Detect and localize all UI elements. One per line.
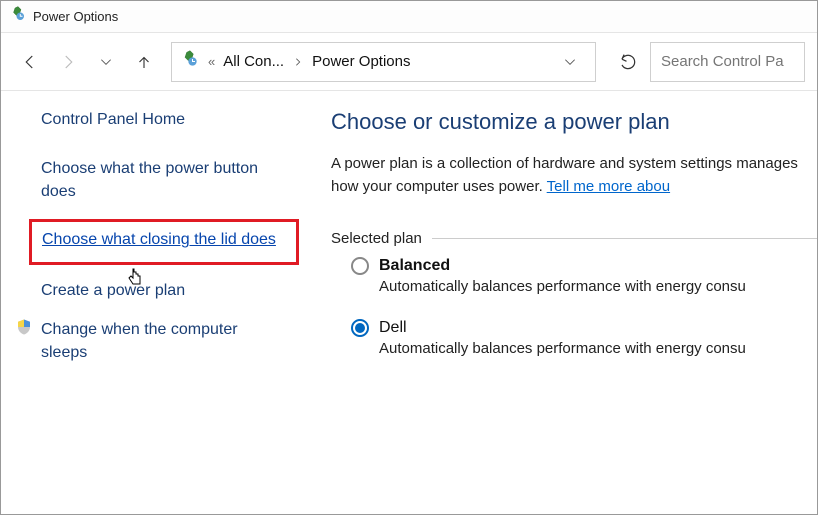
plan-balanced: Balanced Automatically balances performa… — [351, 257, 817, 295]
tell-me-more-link[interactable]: Tell me more abou — [547, 178, 670, 195]
navigation-bar: « All Con... Power Options — [1, 33, 817, 91]
breadcrumb-seg-1[interactable]: All Con... — [223, 53, 284, 70]
address-bar[interactable]: « All Con... Power Options — [171, 42, 596, 82]
recent-dropdown[interactable] — [89, 45, 123, 79]
search-box[interactable] — [650, 42, 805, 82]
forward-button[interactable] — [51, 45, 85, 79]
closing-lid-link[interactable]: Choose what closing the lid does — [42, 228, 282, 251]
chevron-right-icon[interactable] — [290, 45, 306, 79]
shield-icon — [15, 318, 33, 341]
back-button[interactable] — [13, 45, 47, 79]
control-panel-home-link[interactable]: Control Panel Home — [41, 111, 287, 129]
sidebar: Control Panel Home Choose what the power… — [1, 91, 311, 514]
radio-balanced[interactable] — [351, 257, 369, 275]
page-heading: Choose or customize a power plan — [331, 109, 817, 135]
create-plan-link[interactable]: Create a power plan — [41, 279, 281, 302]
refresh-button[interactable] — [610, 44, 646, 80]
location-icon — [180, 49, 200, 74]
radio-dell[interactable] — [351, 319, 369, 337]
breadcrumb-seg-2[interactable]: Power Options — [312, 53, 410, 70]
plan-name-dell[interactable]: Dell — [379, 319, 407, 337]
power-button-link[interactable]: Choose what the power button does — [41, 157, 281, 203]
plan-dell: Dell Automatically balances performance … — [351, 319, 817, 357]
content-area: Control Panel Home Choose what the power… — [1, 91, 817, 514]
plan-desc-balanced: Automatically balances performance with … — [379, 278, 817, 295]
power-options-icon — [9, 5, 27, 28]
window-title: Power Options — [33, 9, 118, 24]
search-input[interactable] — [661, 53, 794, 70]
title-bar: Power Options — [1, 1, 817, 33]
breadcrumb-prefix: « — [206, 54, 217, 69]
divider — [431, 238, 817, 239]
plan-desc-dell: Automatically balances performance with … — [379, 340, 817, 357]
selected-plan-group: Selected plan Balanced Automatically bal… — [331, 220, 817, 357]
closing-lid-highlight: Choose what closing the lid does — [29, 219, 299, 264]
sleep-link[interactable]: Change when the computer sleeps — [41, 318, 261, 364]
address-dropdown[interactable] — [553, 45, 587, 79]
page-description: A power plan is a collection of hardware… — [331, 153, 817, 198]
main-panel: Choose or customize a power plan A power… — [311, 91, 817, 514]
up-button[interactable] — [127, 45, 161, 79]
plan-name-balanced[interactable]: Balanced — [379, 257, 450, 275]
selected-plan-label: Selected plan — [331, 230, 432, 247]
